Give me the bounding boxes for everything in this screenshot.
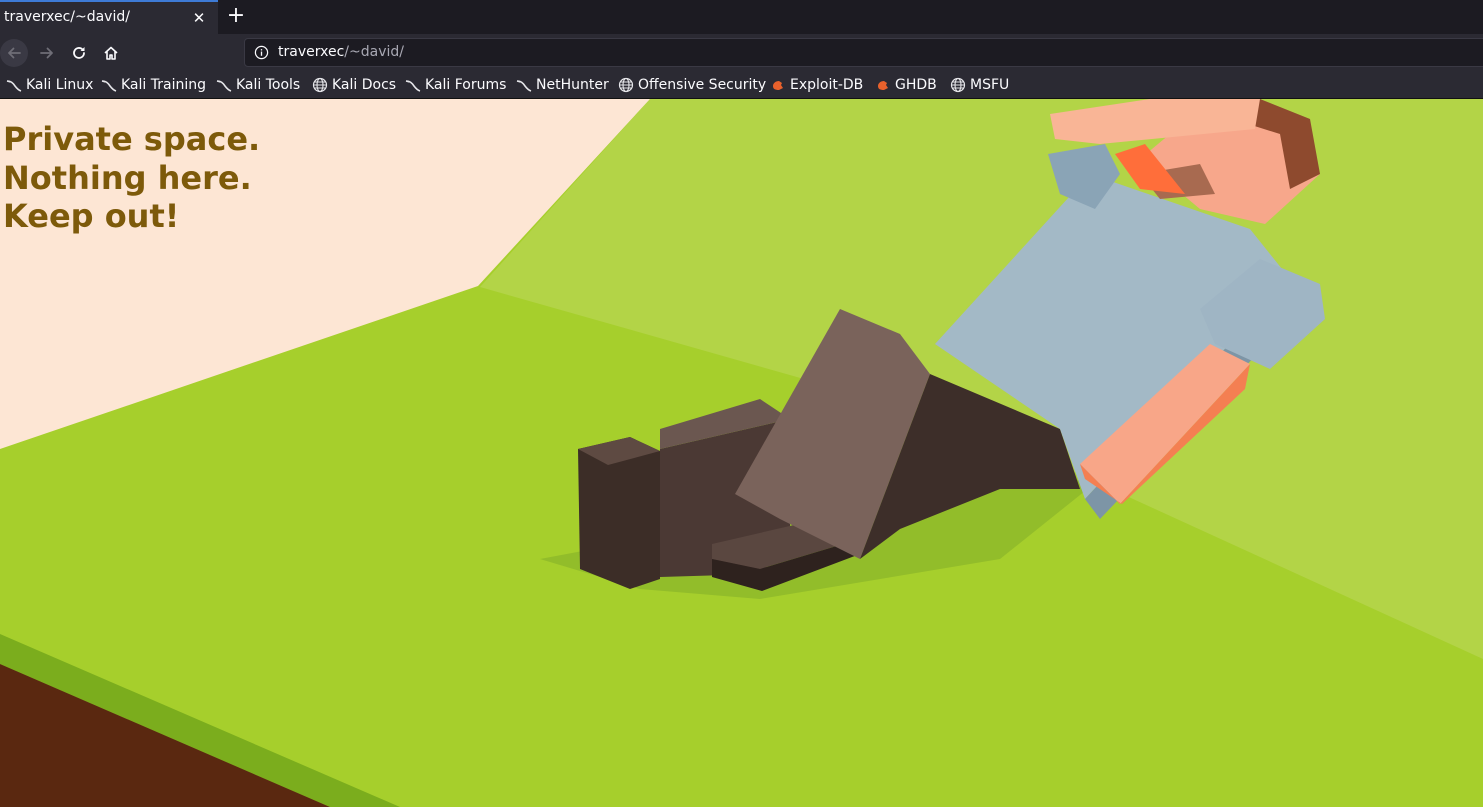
navigation-toolbar: traverxec/~david/ (0, 34, 1483, 72)
message-line: Nothing here. (3, 158, 252, 197)
bookmark-nethunter[interactable]: NetHunter (516, 76, 609, 94)
bookmark-label: Exploit-DB (790, 77, 864, 93)
page-content: Private space. Nothing here. Keep out! (0, 99, 1483, 807)
exploit-db-icon (773, 81, 783, 90)
info-icon[interactable] (254, 45, 269, 60)
reload-button[interactable] (65, 39, 93, 67)
globe-icon (618, 77, 634, 93)
back-button[interactable] (0, 39, 28, 67)
browser-window: traverxec/~david/ ✕ + traverxec/~david/ … (0, 0, 1483, 807)
bookmark-kali-tools[interactable]: Kali Tools (216, 76, 300, 94)
bookmark-kali-docs[interactable]: Kali Docs (312, 76, 396, 94)
new-tab-icon[interactable]: + (224, 4, 248, 28)
bookmark-label: Kali Docs (332, 77, 397, 93)
globe-icon (312, 77, 328, 93)
bookmark-label: MSFU (970, 77, 1010, 93)
url-host: traverxec (278, 44, 345, 60)
arrow-left-icon (8, 47, 21, 59)
arrow-right-icon (40, 47, 53, 59)
url-text[interactable]: traverxec/~david/ (278, 44, 404, 60)
home-button[interactable] (97, 39, 125, 67)
kali-dragon-icon (516, 80, 532, 92)
bookmark-kali-linux[interactable]: Kali Linux (6, 76, 93, 94)
tab-traverxec[interactable]: traverxec/~david/ ✕ (0, 0, 218, 34)
forward-button[interactable] (33, 39, 61, 67)
tab-title: traverxec/~david/ (4, 9, 130, 25)
home-icon (104, 46, 118, 60)
message-line: Keep out! (3, 197, 180, 235)
bookmark-kali-training[interactable]: Kali Training (101, 76, 206, 94)
bookmark-kali-forums[interactable]: Kali Forums (405, 76, 506, 94)
bookmark-label: Kali Linux (26, 77, 94, 93)
bookmark-label: NetHunter (536, 77, 609, 93)
bookmark-label: Offensive Security (638, 77, 767, 93)
close-icon[interactable]: ✕ (190, 9, 208, 27)
bookmark-label: Kali Forums (425, 77, 507, 93)
bookmark-offensive-security[interactable]: Offensive Security (618, 76, 766, 94)
kali-dragon-icon (405, 80, 421, 92)
bookmarks-toolbar: Kali Linux Kali Training Kali Tools Kali… (0, 72, 1483, 99)
bookmark-label: Kali Training (121, 77, 206, 93)
bookmark-msfu[interactable]: MSFU (950, 76, 1009, 94)
message-line: Private space. (3, 120, 261, 158)
url-path: /~david/ (344, 44, 404, 60)
globe-icon (950, 77, 966, 93)
kali-dragon-icon (216, 80, 232, 92)
bookmark-exploit-db[interactable]: Exploit-DB (770, 76, 863, 94)
kali-dragon-icon (6, 80, 22, 92)
kali-dragon-icon (101, 80, 117, 92)
exploit-db-icon (878, 81, 888, 90)
bookmark-label: GHDB (895, 77, 937, 93)
reload-icon (73, 47, 85, 59)
bookmark-ghdb[interactable]: GHDB (875, 76, 937, 94)
tab-strip: traverxec/~david/ ✕ + (0, 0, 1483, 34)
address-bar[interactable]: traverxec/~david/ (244, 38, 1483, 67)
bookmark-label: Kali Tools (236, 77, 301, 93)
page-message: Private space. Nothing here. Keep out! (3, 120, 260, 236)
